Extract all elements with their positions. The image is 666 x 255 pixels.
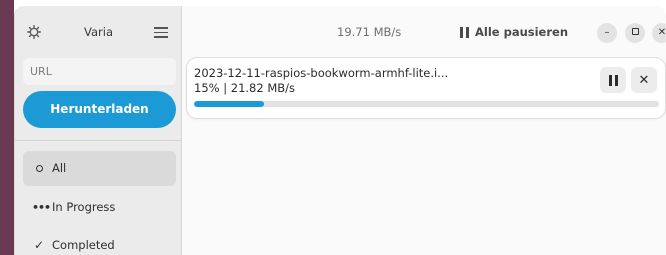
download-percent: 15% <box>194 81 220 95</box>
checkmark-icon: ✓ <box>33 238 45 252</box>
app-title: Varia <box>84 25 113 39</box>
download-filename: 2023-12-11-raspios-bookworm-armhf-lite.i… <box>194 66 449 80</box>
sidebar-item-label: Completed <box>52 238 115 252</box>
download-item: 2023-12-11-raspios-bookworm-armhf-lite.i… <box>187 58 665 118</box>
download-status: 15% | 21.82 MB/s <box>194 81 295 95</box>
gear-icon[interactable] <box>27 25 41 39</box>
sidebar-divider <box>15 140 182 141</box>
progress-bar <box>194 101 659 107</box>
close-icon[interactable]: ✕ <box>652 23 666 43</box>
desktop-background <box>0 0 14 255</box>
header-bar: 19.71 MB/s Alle pausieren – ✕ <box>182 6 666 58</box>
sidebar-item-completed[interactable]: ✓ Completed <box>23 228 176 255</box>
pause-icon <box>460 26 469 38</box>
sidebar-item-label: In Progress <box>52 200 116 214</box>
minimize-icon[interactable]: – <box>597 23 617 43</box>
status-separator: | <box>223 81 228 95</box>
pause-download-button[interactable] <box>600 67 626 93</box>
pause-icon <box>608 74 618 86</box>
cancel-download-button[interactable]: ✕ <box>631 67 657 93</box>
download-speed: 21.82 MB/s <box>230 81 296 95</box>
pause-all-button[interactable]: Alle pausieren <box>460 23 568 41</box>
pause-all-label: Alle pausieren <box>475 25 569 39</box>
progress-fill <box>194 101 264 107</box>
sidebar-item-label: All <box>52 161 67 175</box>
sidebar-item-in-progress[interactable]: ••• In Progress <box>23 190 176 225</box>
sidebar: Varia Herunterladen All ••• In Progress … <box>15 6 182 255</box>
sidebar-header: Varia <box>15 6 182 58</box>
total-speed: 19.71 MB/s <box>337 25 402 39</box>
sidebar-item-all[interactable]: All <box>23 151 176 186</box>
ellipsis-icon: ••• <box>32 201 51 214</box>
close-icon: ✕ <box>638 72 650 88</box>
url-input[interactable] <box>23 58 176 85</box>
maximize-icon[interactable] <box>625 23 645 43</box>
app-window: Varia Herunterladen All ••• In Progress … <box>14 6 666 255</box>
download-button[interactable]: Herunterladen <box>23 91 176 128</box>
radio-dot-icon <box>32 151 46 186</box>
hamburger-menu-icon[interactable] <box>154 27 168 38</box>
